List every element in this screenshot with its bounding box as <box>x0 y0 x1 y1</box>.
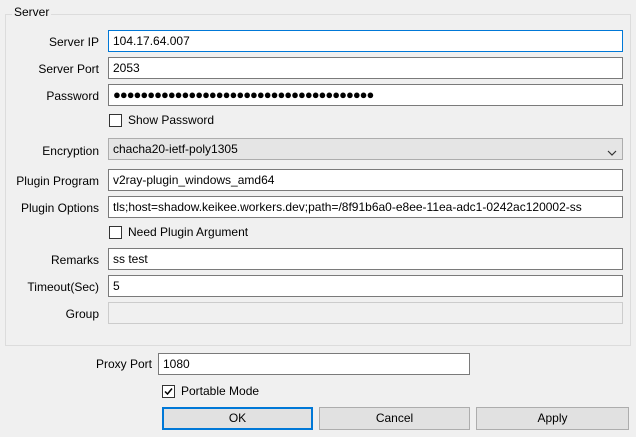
portable-mode-label: Portable Mode <box>181 384 260 398</box>
plugin-program-label: Plugin Program <box>16 174 99 188</box>
apply-button[interactable]: Apply <box>476 407 629 430</box>
group-input[interactable] <box>108 302 623 324</box>
show-password-label: Show Password <box>128 113 215 127</box>
server-group-title: Server <box>12 5 52 19</box>
show-password-checkbox[interactable] <box>109 113 122 127</box>
proxy-port-input[interactable]: 1080 <box>158 353 470 375</box>
group-label: Group <box>65 307 99 321</box>
chevron-down-icon <box>607 144 617 156</box>
encryption-selected-value: chacha20-ietf-poly1305 <box>113 142 238 156</box>
server-port-input[interactable]: 2053 <box>108 57 623 79</box>
plugin-program-input[interactable]: v2ray-plugin_windows_amd64 <box>108 169 623 191</box>
remarks-input[interactable]: ss test <box>108 248 623 270</box>
encryption-select[interactable]: chacha20-ietf-poly1305 <box>108 138 623 160</box>
portable-mode-checkbox[interactable] <box>162 384 175 398</box>
server-port-label: Server Port <box>38 62 99 76</box>
plugin-options-input[interactable]: tls;host=shadow.keikee.workers.dev;path=… <box>108 196 623 218</box>
password-label: Password <box>46 89 99 103</box>
plugin-options-label: Plugin Options <box>20 201 99 215</box>
portable-mode-checkbox-row[interactable]: Portable Mode <box>162 384 259 398</box>
cancel-button[interactable]: Cancel <box>319 407 470 430</box>
checkmark-icon <box>164 387 173 395</box>
password-input[interactable]: ●●●●●●●●●●●●●●●●●●●●●●●●●●●●●●●●●●●●●● <box>108 84 623 106</box>
remarks-label: Remarks <box>50 253 99 267</box>
encryption-label: Encryption <box>42 144 99 158</box>
show-password-checkbox-row[interactable]: Show Password <box>109 113 214 127</box>
server-ip-input[interactable]: 104.17.64.007 <box>108 30 623 52</box>
server-ip-label: Server IP <box>48 35 99 49</box>
need-plugin-argument-label: Need Plugin Argument <box>128 225 249 239</box>
ok-button[interactable]: OK <box>162 407 313 430</box>
proxy-port-label: Proxy Port <box>95 357 152 371</box>
need-plugin-argument-checkbox[interactable] <box>109 225 122 239</box>
need-plugin-argument-checkbox-row[interactable]: Need Plugin Argument <box>109 225 248 239</box>
timeout-label: Timeout(Sec) <box>27 280 99 294</box>
timeout-input[interactable]: 5 <box>108 275 623 297</box>
